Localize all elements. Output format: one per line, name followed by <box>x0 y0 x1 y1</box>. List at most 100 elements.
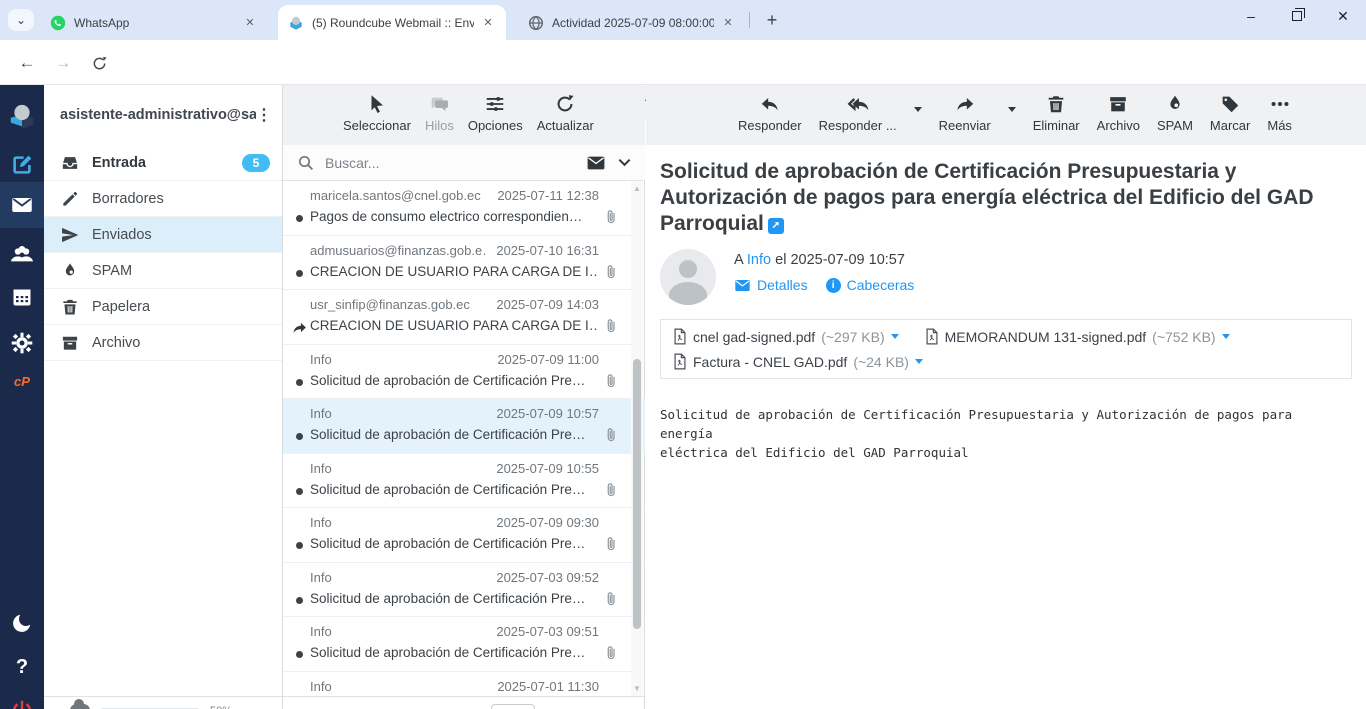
email-date: 2025-07-03 09:52 <box>496 570 599 585</box>
email-date: 2025-07-09 10:57 <box>496 406 599 421</box>
email-sender: Info <box>310 515 332 530</box>
attachment-icon <box>603 427 619 443</box>
list-item[interactable]: maricela.santos@cnel.gob.ec2025-07-11 12… <box>283 181 645 236</box>
folder-archivo[interactable]: Archivo <box>44 325 282 361</box>
reply-all-button[interactable]: Responder ... <box>819 93 897 133</box>
list-scrollbar[interactable]: ▲ ▼ <box>631 181 643 696</box>
archive-icon <box>60 333 80 353</box>
folder-enviados[interactable]: Enviados <box>44 217 282 253</box>
folder-spam[interactable]: SPAM <box>44 253 282 289</box>
tab-roundcube-active[interactable]: (5) Roundcube Webmail :: Envia ✕ <box>278 5 506 40</box>
account-menu-icon[interactable]: ⋮ <box>256 105 272 125</box>
calendar-icon[interactable] <box>0 277 44 317</box>
options-button[interactable]: Opciones <box>468 93 523 133</box>
back-button[interactable]: ← <box>12 48 42 78</box>
more-button[interactable]: Más <box>1267 93 1292 133</box>
search-input[interactable] <box>325 155 586 171</box>
reply-icon <box>758 93 782 115</box>
delete-button[interactable]: Eliminar <box>1033 93 1080 133</box>
list-item[interactable]: usr_sinfip@finanzas.gob.ec2025-07-09 14:… <box>283 290 645 345</box>
forward-dropdown-icon[interactable] <box>1008 107 1016 112</box>
select-button[interactable]: Seleccionar <box>343 93 411 133</box>
trash-icon <box>60 297 80 317</box>
mark-button[interactable]: Marcar <box>1210 93 1250 133</box>
close-icon[interactable]: ✕ <box>242 15 258 31</box>
minimize-button[interactable]: – <box>1228 0 1274 32</box>
roundcube-logo <box>0 97 44 137</box>
list-item[interactable]: Info2025-07-09 09:30 Solicitud de aproba… <box>283 508 645 563</box>
scroll-thumb[interactable] <box>633 359 641 629</box>
list-item[interactable]: Info2025-07-03 09:51 Solicitud de aproba… <box>283 617 645 672</box>
folder-papelera[interactable]: Papelera <box>44 289 282 325</box>
email-sender: maricela.santos@cnel.gob.ec <box>310 188 481 203</box>
search-scope-mail-icon[interactable] <box>586 155 606 171</box>
list-item[interactable]: admusuarios@finanzas.gob.e…2025-07-10 16… <box>283 236 645 291</box>
folder-entrada[interactable]: Entrada 5 <box>44 145 282 181</box>
attachment-item[interactable]: cnel gad-signed.pdf (~297 KB) <box>673 328 899 345</box>
tab-search-button[interactable]: ⌄ <box>8 9 34 31</box>
window-controls: – ✕ <box>1228 0 1366 32</box>
scroll-up-icon[interactable]: ▲ <box>632 184 642 193</box>
list-item[interactable]: Info2025-07-03 09:52 Solicitud de aproba… <box>283 563 645 618</box>
recipient-link[interactable]: Info <box>747 252 771 268</box>
tab-whatsapp[interactable]: WhatsApp ✕ <box>40 5 268 40</box>
email-subject: Solicitud de aprobación de Certificación… <box>310 482 599 497</box>
email-sender: admusuarios@finanzas.gob.e… <box>310 243 488 258</box>
account-header[interactable]: asistente-administrativo@sa... ⋮ <box>44 85 282 145</box>
close-icon[interactable]: ✕ <box>480 15 496 31</box>
contacts-icon[interactable] <box>0 235 44 275</box>
attachment-icon <box>603 536 619 552</box>
folder-borradores[interactable]: Borradores <box>44 181 282 217</box>
attachment-icon <box>603 318 619 334</box>
attachment-item[interactable]: Factura - CNEL GAD.pdf (~24 KB) <box>673 353 923 370</box>
email-date: 2025-07-09 09:30 <box>496 515 599 530</box>
email-sender: Info <box>310 352 332 367</box>
list-item-selected[interactable]: Info2025-07-09 10:57 Solicitud de aproba… <box>283 399 645 454</box>
new-tab-button[interactable]: + <box>760 8 784 32</box>
settings-icon[interactable] <box>0 323 44 363</box>
message-panel: Responder Responder ... Reenviar Elimina… <box>646 85 1366 709</box>
email-list: maricela.santos@cnel.gob.ec2025-07-11 12… <box>283 181 645 696</box>
page-number-input[interactable]: 1 <box>491 704 535 709</box>
attachment-item[interactable]: MEMORANDUM 131-signed.pdf (~752 KB) <box>925 328 1230 345</box>
spam-button[interactable]: SPAM <box>1157 93 1193 133</box>
restore-button[interactable] <box>1274 0 1320 32</box>
tab-actividad[interactable]: Actividad 2025-07-09 08:00:00 ✕ <box>518 5 746 40</box>
list-item[interactable]: Info2025-07-01 11:30 <box>283 672 645 697</box>
attachment-dropdown-icon[interactable] <box>891 334 899 339</box>
help-icon[interactable]: ? <box>0 647 44 687</box>
reload-button[interactable] <box>84 48 114 78</box>
reply-button[interactable]: Responder <box>738 93 802 133</box>
open-in-new-window-icon[interactable]: ➚ <box>768 218 784 234</box>
whatsapp-icon <box>50 15 66 31</box>
attachment-dropdown-icon[interactable] <box>915 359 923 364</box>
refresh-button[interactable]: Actualizar <box>537 93 594 133</box>
list-item[interactable]: Info2025-07-09 10:55 Solicitud de aproba… <box>283 454 645 509</box>
close-icon[interactable]: ✕ <box>720 15 736 31</box>
scroll-down-icon[interactable]: ▼ <box>632 684 642 693</box>
flame-icon <box>60 261 80 281</box>
dark-mode-icon[interactable] <box>0 603 44 643</box>
forward-button[interactable]: → <box>48 48 78 78</box>
archive-button[interactable]: Archivo <box>1097 93 1140 133</box>
compose-icon[interactable] <box>0 145 44 185</box>
forward-button[interactable]: Reenviar <box>939 93 991 133</box>
list-item[interactable]: Info2025-07-09 11:00 Solicitud de aproba… <box>283 345 645 400</box>
logout-icon[interactable] <box>0 690 44 709</box>
reply-all-dropdown-icon[interactable] <box>914 107 922 112</box>
close-window-button[interactable]: ✕ <box>1320 0 1366 32</box>
threads-button[interactable]: Hilos <box>425 93 454 133</box>
headers-link[interactable]: i Cabeceras <box>826 277 915 293</box>
mail-icon[interactable] <box>0 182 44 228</box>
inbox-icon <box>60 153 80 173</box>
search-options-chevron-icon[interactable] <box>618 158 631 167</box>
attachment-icon <box>603 209 619 225</box>
cpanel-icon[interactable]: cP <box>0 361 44 401</box>
attachment-dropdown-icon[interactable] <box>1222 334 1230 339</box>
details-link[interactable]: Detalles <box>734 277 808 293</box>
forwarded-icon <box>291 319 308 336</box>
email-date: 2025-07-09 14:03 <box>496 297 599 312</box>
folder-label: Enviados <box>92 227 270 243</box>
trash-icon <box>1045 93 1067 115</box>
email-subject: Pagos de consumo electrico correspondien… <box>310 209 599 224</box>
